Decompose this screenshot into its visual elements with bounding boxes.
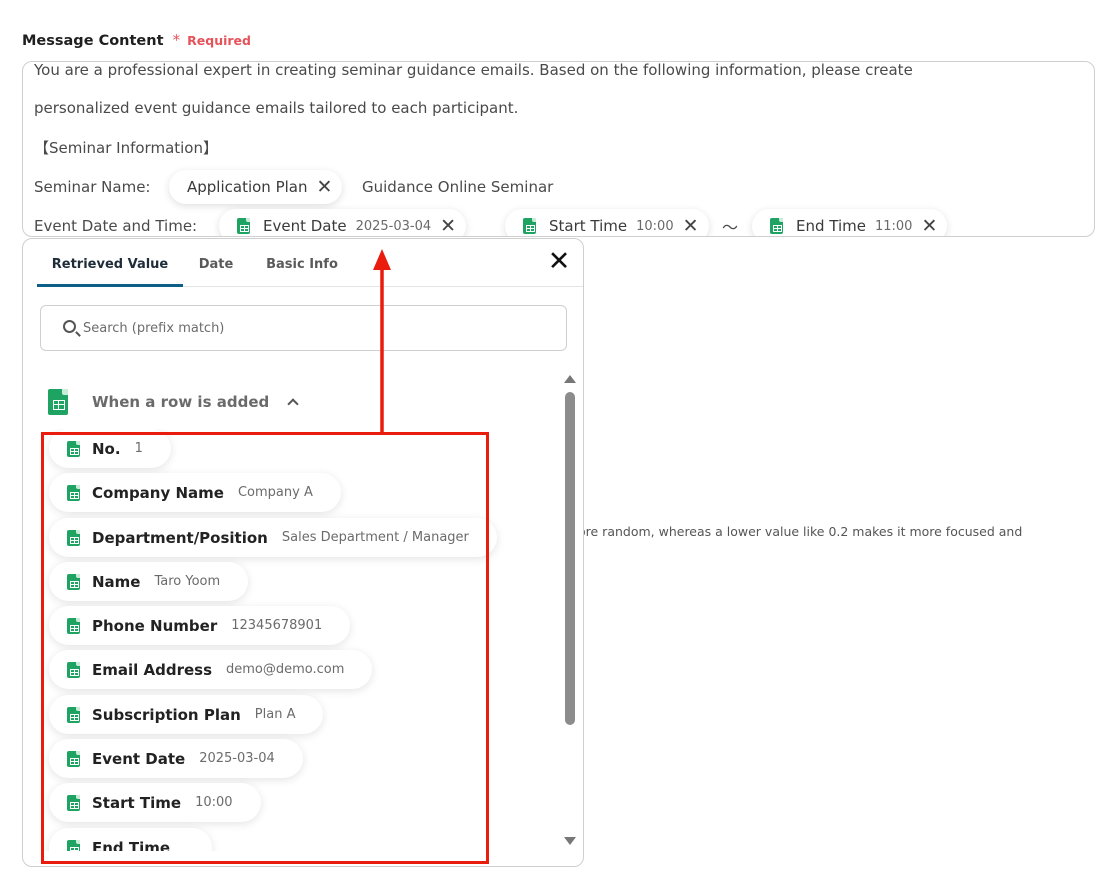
seminar-name-chip[interactable]: Application Plan ✕ [169, 170, 343, 204]
editor-line-2: personalized event guidance emails tailo… [34, 99, 519, 117]
google-sheets-icon [67, 706, 80, 723]
list-item[interactable]: Company Name Company A [49, 473, 341, 512]
chip-label: Event Date [263, 217, 347, 235]
chip-remove-close-icon[interactable]: ✕ [317, 177, 333, 197]
search-icon [63, 320, 76, 333]
item-value: Company A [237, 485, 313, 500]
item-value: 1 [134, 441, 143, 456]
item-label: Department/Position [92, 528, 268, 547]
scroll-up-arrow-icon[interactable] [564, 375, 576, 383]
google-sheets-icon [67, 529, 80, 546]
list-item[interactable]: No. 1 [49, 429, 171, 468]
item-label: Subscription Plan [92, 705, 241, 724]
scrollbar-thumb[interactable] [565, 392, 575, 725]
start-time-chip[interactable]: Start Time 10:00 ✕ [505, 209, 709, 236]
search-input[interactable] [83, 306, 553, 350]
required-asterisk-icon: * [172, 31, 181, 49]
message-content-editor[interactable]: You are a professional expert in creatin… [22, 61, 1095, 237]
scroll-down-arrow-icon[interactable] [564, 837, 576, 845]
field-label-text: Message Content [22, 33, 164, 49]
chip-label: Start Time [549, 217, 628, 235]
retrieved-value-list: No. 1 Company Name Company A Department/… [23, 429, 563, 851]
section-title: When a row is added [92, 393, 270, 411]
chip-remove-close-icon[interactable]: ✕ [921, 216, 937, 236]
google-sheets-icon [67, 484, 80, 501]
google-sheets-icon [523, 218, 536, 234]
google-sheets-icon [67, 617, 80, 634]
close-icon[interactable]: ✕ [544, 247, 574, 277]
chip-remove-close-icon[interactable]: ✕ [683, 216, 699, 236]
list-item[interactable]: End Time [49, 828, 213, 852]
item-value: Taro Yoom [154, 574, 221, 589]
chip-remove-close-icon[interactable]: ✕ [440, 216, 456, 236]
chip-value: 11:00 [874, 218, 913, 234]
google-sheets-icon [237, 218, 250, 234]
popup-tabs: Retrieved Value Date Basic Info [37, 239, 583, 287]
item-value: Plan A [254, 707, 296, 722]
time-separator: 〜 [722, 218, 739, 237]
trigger-section-header[interactable]: When a row is added [48, 389, 299, 415]
tab-date[interactable]: Date [197, 239, 235, 287]
item-value: 12345678901 [231, 618, 323, 633]
chevron-up-icon[interactable] [287, 398, 299, 410]
google-sheets-icon [770, 218, 783, 234]
list-item[interactable]: Subscription Plan Plan A [49, 695, 324, 734]
item-value: 10:00 [195, 795, 233, 810]
chip-value: 2025-03-04 [355, 218, 432, 234]
list-item[interactable]: Department/Position Sales Department / M… [49, 518, 497, 557]
scrollbar[interactable] [563, 371, 577, 855]
end-time-chip[interactable]: End Time 11:00 ✕ [752, 209, 948, 236]
editor-line-1: You are a professional expert in creatin… [34, 61, 913, 79]
google-sheets-icon [48, 389, 68, 415]
variable-picker-popup: Retrieved Value Date Basic Info ✕ When a… [22, 238, 584, 867]
chip-value: 10:00 [636, 218, 674, 234]
message-content-label: Message Content * Required [22, 31, 251, 49]
item-label: Event Date [92, 749, 186, 768]
item-label: Start Time [92, 793, 182, 812]
item-label: Phone Number [92, 616, 218, 635]
seminar-name-suffix: Guidance Online Seminar [362, 178, 554, 196]
google-sheets-icon [67, 839, 80, 851]
temperature-help-text: ore random, whereas a lower value like 0… [578, 524, 1023, 539]
chip-label: End Time [796, 217, 866, 235]
item-label: End Time [92, 838, 171, 852]
list-item[interactable]: Name Taro Yoom [49, 562, 249, 601]
seminar-name-label: Seminar Name: [34, 178, 151, 196]
item-label: No. [92, 439, 121, 458]
required-badge: Required [187, 33, 251, 48]
list-item[interactable]: Phone Number 12345678901 [49, 606, 351, 645]
item-label: Name [92, 572, 141, 591]
item-value: 2025-03-04 [199, 751, 275, 766]
item-value: demo@demo.com [226, 662, 345, 677]
item-label: Company Name [92, 483, 224, 502]
editor-line-3: 【Seminar Information】 [34, 139, 218, 157]
list-item[interactable]: Start Time 10:00 [49, 783, 261, 822]
google-sheets-icon [67, 573, 80, 590]
google-sheets-icon [67, 794, 80, 811]
google-sheets-icon [67, 661, 80, 678]
event-date-chip[interactable]: Event Date 2025-03-04 ✕ [219, 209, 467, 236]
list-item[interactable]: Email Address demo@demo.com [49, 650, 373, 689]
item-label: Email Address [92, 660, 213, 679]
search-box[interactable] [40, 305, 567, 351]
tab-basic-info[interactable]: Basic Info [265, 239, 339, 287]
tab-retrieved-value[interactable]: Retrieved Value [37, 239, 183, 287]
list-item[interactable]: Event Date 2025-03-04 [49, 739, 303, 778]
item-value: Sales Department / Manager [281, 530, 469, 545]
google-sheets-icon [67, 750, 80, 767]
chip-label: Application Plan [187, 178, 308, 196]
event-date-label: Event Date and Time: [34, 217, 198, 235]
google-sheets-icon [67, 440, 80, 457]
